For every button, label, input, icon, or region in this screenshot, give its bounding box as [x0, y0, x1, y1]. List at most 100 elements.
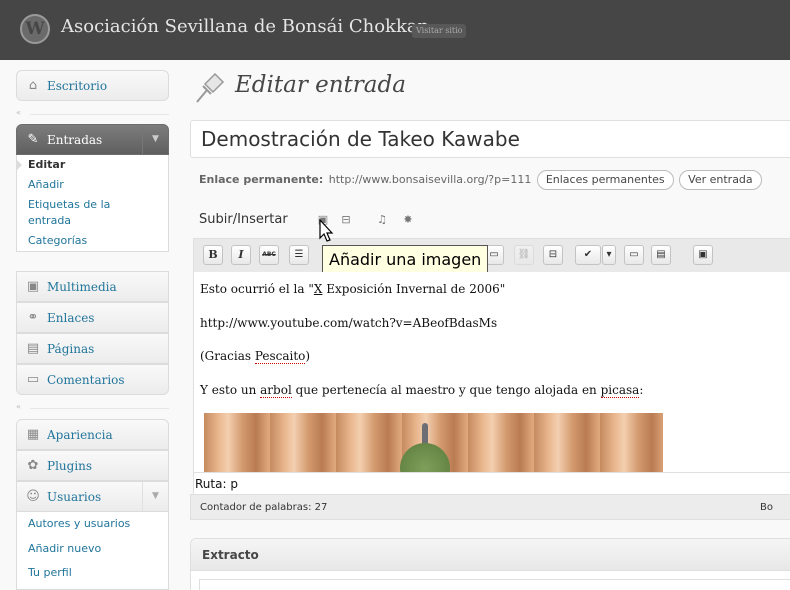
admin-sidebar: ⌂ Escritorio « ✎ Entradas ▼ Editar Añadi…: [0, 60, 185, 590]
word-count: Contador de palabras: 27: [200, 502, 328, 513]
word-count-bar: Contador de palabras: 27 Bo: [190, 494, 790, 520]
appearance-icon: ▦: [26, 427, 40, 442]
permalinks-button[interactable]: Enlaces permanentes: [536, 170, 674, 190]
menu-label: Multimedia: [47, 280, 117, 294]
excerpt-header[interactable]: Extracto: [191, 539, 790, 571]
image-detail: [400, 443, 450, 472]
menu-separator[interactable]: «: [16, 402, 169, 414]
menu-label: Páginas: [47, 342, 95, 356]
comment-icon: ▭: [26, 372, 40, 387]
editor-toolbar: B I ABC ☰ ▭ ⛓ ⊟ ✔ ▾ ▭ ▤ ▣: [193, 238, 790, 272]
add-media-icon[interactable]: ✸: [401, 213, 415, 227]
text-run: arbol: [260, 383, 292, 398]
submenu-item-editar[interactable]: Editar: [17, 155, 168, 175]
menu-apariencia[interactable]: ▦ Apariencia: [16, 419, 169, 450]
menu-label: Entradas: [47, 133, 103, 147]
pin-icon: ✎: [27, 132, 39, 147]
dashboard-icon: ⌂: [28, 78, 38, 93]
strikethrough-button[interactable]: ABC: [259, 245, 279, 265]
add-video-icon[interactable]: ⊟: [339, 213, 353, 227]
text-run: picasa: [600, 383, 640, 398]
content-paragraph: http://www.youtube.com/watch?v=ABeofBdas…: [200, 316, 498, 330]
text-run: Pescaito: [254, 349, 306, 364]
text-run: Y esto un: [200, 383, 261, 397]
wordpress-logo-icon[interactable]: W: [20, 14, 50, 44]
post-title-value: Demostración de Takeo Kawabe: [201, 127, 520, 151]
submenu-item-autores[interactable]: Autores y usuarios: [17, 514, 168, 534]
spellcheck-dropdown-icon[interactable]: ▾: [602, 245, 616, 265]
content-paragraph: (Gracias Pescaito): [200, 349, 311, 364]
excerpt-textarea[interactable]: [199, 579, 790, 590]
mouse-cursor-icon: [319, 219, 334, 242]
content-paragraph: Esto ocurrió el la "X Exposición Inverna…: [200, 282, 505, 296]
bold-button[interactable]: B: [203, 245, 223, 265]
bullet-list-button[interactable]: ☰: [289, 245, 309, 265]
menu-escritorio[interactable]: ⌂ Escritorio: [16, 70, 169, 101]
menu-label: Apariencia: [47, 428, 113, 442]
submenu-item-etiquetas[interactable]: Etiquetas de la entrada: [17, 195, 137, 231]
menu-label: Escritorio: [47, 79, 108, 93]
insert-image-button[interactable]: ▣: [693, 245, 713, 265]
text-run: Esto ocurrió el la ": [200, 282, 314, 296]
kitchen-sink-button[interactable]: ▤: [651, 245, 671, 265]
insert-more-button[interactable]: ⊟: [543, 245, 563, 265]
excerpt-title: Extracto: [202, 548, 259, 562]
submenu-item-anadir[interactable]: Añadir: [17, 175, 168, 195]
upload-insert-label: Subir/Insertar: [199, 212, 288, 227]
chevron-down-icon[interactable]: ▼: [142, 125, 168, 154]
menu-plugins[interactable]: ✿ Plugins: [16, 450, 169, 481]
permalink-label: Enlace permanente:: [199, 173, 324, 186]
submenu-item-anadir-nuevo[interactable]: Añadir nuevo: [17, 539, 168, 559]
text-run: ): [305, 349, 311, 363]
content-paragraph: Y esto un arbol que pertenecía al maestr…: [200, 383, 644, 398]
menu-label: Usuarios: [47, 490, 102, 504]
add-audio-icon[interactable]: ♫: [375, 213, 389, 227]
draft-status-text: Bo: [760, 502, 773, 513]
site-title[interactable]: Asociación Sevillana de Bonsái Chokkan: [61, 16, 429, 37]
text-run: :: [639, 383, 644, 397]
permalink-row: Enlace permanente: http://www.bonsaisevi…: [199, 170, 762, 190]
menu-label: Enlaces: [47, 311, 95, 325]
pushpin-icon: [196, 72, 225, 103]
menu-label: Plugins: [47, 459, 93, 473]
submenu-usuarios: Autores y usuarios Añadir nuevo Tu perfi…: [16, 512, 169, 590]
unlink-button: ⛓: [514, 245, 534, 265]
chevron-down-icon[interactable]: ▼: [142, 482, 168, 511]
embedded-bonsai-image[interactable]: [204, 413, 663, 472]
fullscreen-button[interactable]: ▭: [624, 245, 644, 265]
plugin-icon: ✿: [27, 458, 39, 473]
text-run: que pertenecía al maestro y que tengo al…: [291, 383, 601, 397]
menu-usuarios[interactable]: ☺ Usuarios ▼: [16, 481, 169, 512]
admin-header: W Asociación Sevillana de Bonsái Chokkan…: [0, 0, 790, 60]
text-run: Exposición Invernal de 2006": [322, 282, 506, 296]
media-buttons-row: Subir/Insertar ▣ ⊟ ♫ ✸: [199, 212, 413, 232]
menu-enlaces[interactable]: ⚭ Enlaces: [16, 302, 169, 333]
submenu-item-categorias[interactable]: Categorías: [17, 231, 168, 251]
submenu-entradas: Editar Añadir Etiquetas de la entrada Ca…: [16, 155, 169, 252]
menu-label: Comentarios: [47, 373, 125, 387]
excerpt-metabox: Extracto: [190, 538, 790, 590]
text-run: (Gracias: [200, 349, 255, 363]
menu-entradas[interactable]: ✎ Entradas ▼: [16, 124, 169, 155]
submenu-item-tu-perfil[interactable]: Tu perfil: [17, 563, 168, 583]
post-title-input[interactable]: Demostración de Takeo Kawabe: [190, 120, 790, 158]
menu-comentarios[interactable]: ▭ Comentarios: [16, 364, 169, 395]
tooltip: Añadir una imagen: [322, 245, 489, 274]
permalink-url[interactable]: http://www.bonsaisevilla.org/?p=111: [329, 173, 532, 186]
media-icon: ▣: [26, 279, 40, 294]
visit-site-button[interactable]: Visitar sitio: [412, 24, 467, 38]
menu-separator[interactable]: «: [16, 108, 169, 120]
link-icon: ⚭: [27, 310, 39, 325]
editor-path: Ruta: p: [195, 477, 238, 491]
page-icon: ▤: [26, 341, 40, 356]
users-icon: ☺: [26, 489, 40, 504]
page-title: Editar entrada: [235, 72, 406, 98]
menu-multimedia[interactable]: ▣ Multimedia: [16, 271, 169, 302]
editor-path-bar: Ruta: p: [193, 472, 790, 494]
italic-button[interactable]: I: [231, 245, 251, 265]
view-post-button[interactable]: Ver entrada: [679, 170, 762, 190]
post-content-editor[interactable]: Esto ocurrió el la "X Exposición Inverna…: [193, 272, 790, 472]
logo-letter: W: [25, 19, 45, 39]
menu-paginas[interactable]: ▤ Páginas: [16, 333, 169, 364]
spellcheck-button[interactable]: ✔: [575, 245, 601, 265]
